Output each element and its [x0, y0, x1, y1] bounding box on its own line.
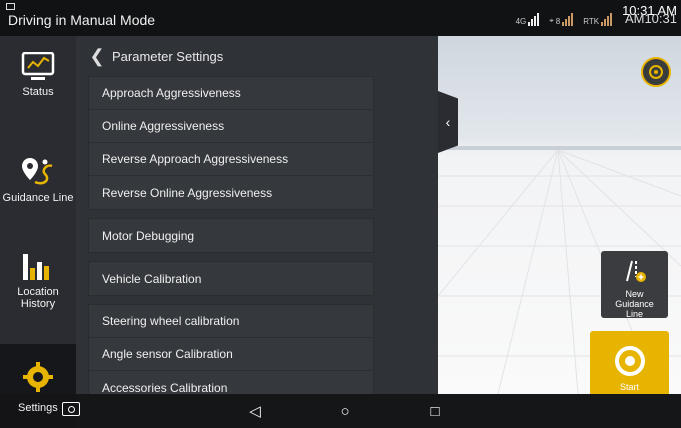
list-item-accessories-calibration[interactable]: Accessories Calibration — [89, 371, 373, 395]
sidebar-nav: Status Guidance Line Location History — [0, 36, 76, 428]
start-button[interactable]: Start — [590, 331, 669, 394]
list-item-motor-debugging[interactable]: Motor Debugging — [89, 219, 373, 252]
locate-icon — [649, 65, 663, 79]
steering-wheel-icon — [614, 346, 645, 376]
vehicle-group: Vehicle Calibration — [88, 261, 374, 296]
list-item-approach-aggressiveness[interactable]: Approach Aggressiveness — [89, 77, 373, 110]
network-label: 4G — [515, 17, 527, 26]
list-item-reverse-approach-aggressiveness[interactable]: Reverse Approach Aggressiveness — [89, 143, 373, 176]
motor-group: Motor Debugging — [88, 218, 374, 253]
back-nav-button[interactable]: ◁ — [240, 394, 270, 428]
status-indicators: 4G ⌖ 8 RTK 10:31 AM AM10:31 — [516, 4, 677, 32]
route-pin-icon — [22, 158, 53, 185]
list-item-reverse-online-aggressiveness[interactable]: Reverse Online Aggressiveness — [89, 176, 373, 209]
list-item-online-aggressiveness[interactable]: Online Aggressiveness — [89, 110, 373, 143]
new-guidance-line-button[interactable]: New Guidance Line — [601, 251, 668, 319]
list-item-angle-sensor-calibration[interactable]: Angle sensor Calibration — [89, 338, 373, 371]
sidebar-item-label: Location History — [17, 286, 59, 310]
rtk-label: RTK — [583, 17, 600, 26]
locate-button[interactable] — [641, 57, 671, 87]
monitor-chart-icon — [21, 52, 55, 80]
sidebar-item-label: Settings — [18, 402, 58, 414]
list-item-vehicle-calibration[interactable]: Vehicle Calibration — [89, 262, 373, 295]
bar-chart-icon — [23, 254, 49, 280]
sidebar-item-label: Status — [22, 86, 54, 98]
clock: 10:31 AM AM10:31 — [622, 4, 677, 25]
new-line-icon — [625, 260, 646, 282]
clock-time-shadow: AM10:31 — [624, 11, 677, 26]
rtk-signal-icon — [601, 10, 613, 26]
gear-icon — [23, 362, 53, 392]
list-item-steering-wheel-calibration[interactable]: Steering wheel calibration — [89, 305, 373, 338]
page-title: Parameter Settings — [112, 48, 224, 64]
new-guidance-line-label: New Guidance Line — [615, 289, 654, 319]
sidebar-item-location-history[interactable]: Location History — [0, 252, 76, 310]
notification-icon — [6, 3, 15, 10]
satellite-signal-icon — [562, 10, 574, 26]
sidebar-item-label: Guidance Line — [2, 192, 74, 204]
horizon-line — [438, 146, 681, 150]
home-nav-button[interactable]: ○ — [330, 394, 360, 428]
system-nav-bar: ◁ ○ □ — [0, 394, 681, 428]
map-view[interactable]: ‹ New Guidance Line Start — [438, 36, 681, 394]
satellite-count: 8 — [555, 17, 561, 26]
aggressiveness-group: Approach Aggressiveness Online Aggressiv… — [88, 76, 374, 210]
recents-nav-button[interactable]: □ — [420, 394, 450, 428]
sidebar-item-status[interactable]: Status — [0, 52, 76, 98]
mode-status-title: Driving in Manual Mode — [8, 12, 156, 28]
cell-signal-icon — [528, 10, 540, 26]
start-label: Start — [619, 382, 639, 392]
panel-header: ❮ Parameter Settings — [76, 36, 438, 76]
back-chevron-icon[interactable]: ❮ — [82, 46, 112, 67]
collapse-panel-button[interactable]: ‹ — [438, 91, 458, 153]
satellite-icon: ⌖ — [549, 16, 554, 25]
chevron-left-icon: ‹ — [445, 114, 451, 130]
sidebar-item-guidance-line[interactable]: Guidance Line — [0, 156, 76, 204]
calibration-group: Steering wheel calibration Angle sensor … — [88, 304, 374, 394]
parameter-settings-panel: ❮ Parameter Settings Approach Aggressive… — [76, 36, 438, 394]
status-bar: Driving in Manual Mode 4G ⌖ 8 RTK 10:31 … — [0, 0, 681, 36]
screenshot-camera-icon[interactable] — [62, 402, 80, 416]
